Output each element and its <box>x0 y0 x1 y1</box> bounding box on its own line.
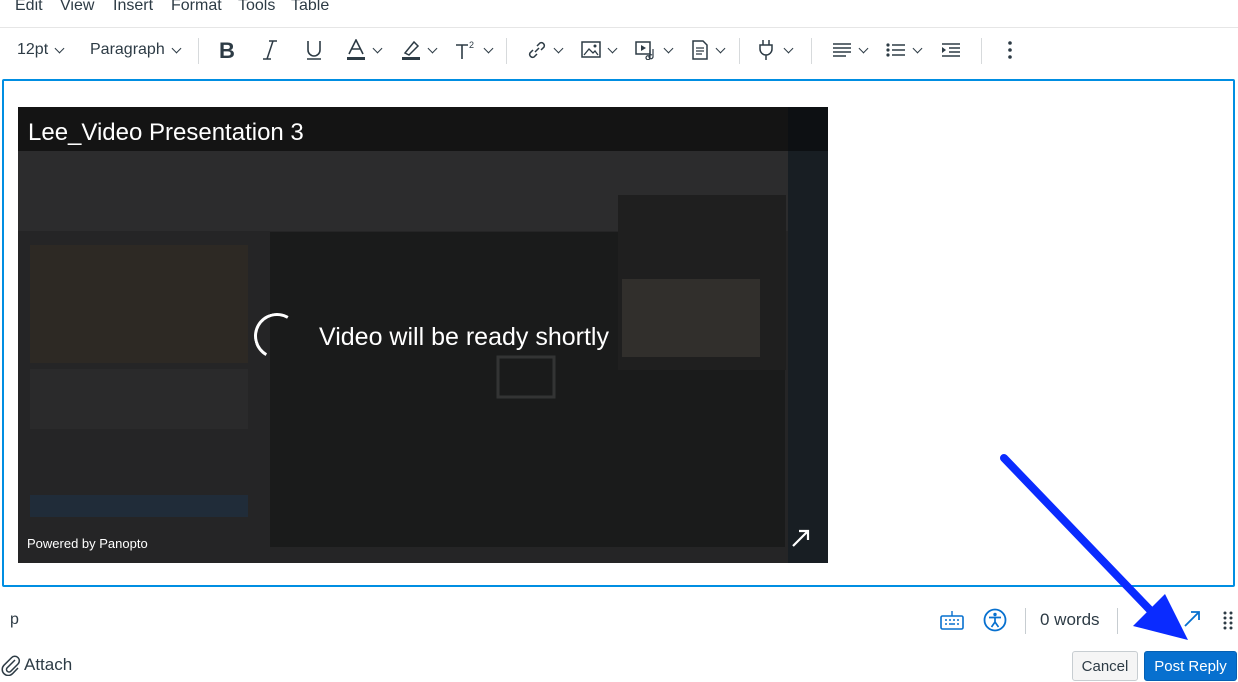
toolbar-separator <box>739 38 740 64</box>
chevron-down-icon <box>607 43 618 53</box>
chevron-down-icon <box>912 43 923 53</box>
block-format-dropdown[interactable]: Paragraph <box>90 35 182 65</box>
chevron-down-icon <box>663 43 674 53</box>
highlight-icon <box>402 40 420 60</box>
chevron-down-icon <box>858 43 869 53</box>
indent-icon <box>942 43 960 57</box>
attach-link[interactable]: Attach <box>0 654 72 676</box>
italic-icon <box>263 40 277 60</box>
more-vertical-icon <box>1008 41 1012 59</box>
word-count[interactable]: 0 words <box>1040 610 1100 630</box>
menu-tools[interactable]: Tools <box>238 0 275 15</box>
media-button[interactable] <box>635 35 674 65</box>
bullet-list-button[interactable] <box>886 35 923 65</box>
highlight-color-button[interactable] <box>401 35 438 65</box>
bullet-list-icon <box>886 43 905 57</box>
status-separator <box>1117 608 1118 634</box>
status-separator <box>1025 608 1026 634</box>
font-size-dropdown[interactable]: 12pt <box>17 35 65 65</box>
text-color-button[interactable] <box>346 35 383 65</box>
link-icon <box>528 41 546 59</box>
editor-status-bar: p 0 words <box>0 598 1238 642</box>
plug-icon <box>759 40 773 60</box>
expand-arrow-icon[interactable] <box>790 527 812 549</box>
menu-table[interactable]: Table <box>291 0 329 15</box>
chevron-down-icon <box>483 43 494 53</box>
apps-plugin-button[interactable] <box>757 35 794 65</box>
image-icon <box>581 41 601 58</box>
align-button[interactable] <box>832 35 869 65</box>
superscript-button[interactable]: 2 <box>455 35 494 65</box>
document-button[interactable] <box>691 35 726 65</box>
italic-button[interactable] <box>262 35 278 65</box>
document-icon <box>692 40 708 60</box>
video-title: Lee_Video Presentation 3 <box>28 119 304 146</box>
resize-handle-icon[interactable] <box>1223 610 1233 630</box>
powered-by-label: Powered by Panopto <box>27 536 148 551</box>
chevron-down-icon <box>54 43 65 53</box>
more-options-button[interactable] <box>1005 35 1015 65</box>
attach-label: Attach <box>24 655 73 674</box>
bold-icon: B <box>219 39 235 61</box>
cancel-button[interactable]: Cancel <box>1072 651 1138 681</box>
toolbar-separator <box>198 38 199 64</box>
toolbar-separator <box>981 38 982 64</box>
menu-view[interactable]: View <box>60 0 94 15</box>
block-format-value: Paragraph <box>90 41 165 58</box>
chevron-down-icon <box>171 43 182 53</box>
embedded-video-player[interactable]: Lee_Video Presentation 3 Video will be r… <box>18 107 828 563</box>
element-path[interactable]: p <box>10 611 19 629</box>
bold-button[interactable]: B <box>218 35 238 65</box>
keyboard-icon[interactable] <box>940 610 964 632</box>
menubar-divider <box>0 27 1238 28</box>
menu-edit[interactable]: Edit <box>15 0 43 15</box>
chevron-down-icon <box>427 43 438 53</box>
menu-format[interactable]: Format <box>171 0 222 15</box>
fullscreen-icon[interactable] <box>1181 608 1203 630</box>
svg-text:B: B <box>219 39 235 61</box>
editor-toolbar: 12pt Paragraph B 2 <box>0 30 1238 70</box>
svg-text:2: 2 <box>469 40 474 50</box>
font-size-value: 12pt <box>17 41 49 58</box>
toolbar-separator <box>811 38 812 64</box>
superscript-icon: 2 <box>456 40 474 59</box>
align-left-icon <box>833 43 851 57</box>
paperclip-icon <box>1 655 21 676</box>
text-color-icon <box>347 39 365 60</box>
menu-insert[interactable]: Insert <box>113 0 153 15</box>
underline-button[interactable] <box>304 35 324 65</box>
media-icon <box>635 41 654 60</box>
chevron-down-icon <box>783 43 794 53</box>
accessibility-checker-icon[interactable] <box>983 608 1007 632</box>
image-button[interactable] <box>581 35 618 65</box>
link-button[interactable] <box>527 35 564 65</box>
chevron-down-icon <box>553 43 564 53</box>
chevron-down-icon <box>372 43 383 53</box>
menu-bar: Edit View Insert Format Tools Table <box>0 0 1238 22</box>
chevron-down-icon <box>715 43 726 53</box>
post-reply-button[interactable]: Post Reply <box>1144 651 1237 681</box>
underline-icon <box>307 41 321 60</box>
indent-button[interactable] <box>941 35 961 65</box>
toolbar-separator <box>506 38 507 64</box>
video-status-message: Video will be ready shortly <box>319 323 609 351</box>
